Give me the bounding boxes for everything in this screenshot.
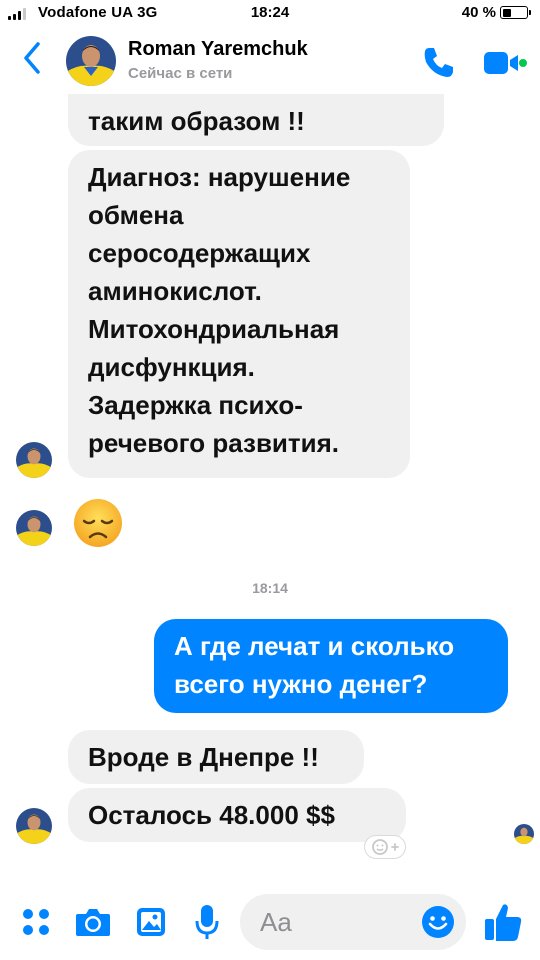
message-text: А где лечат и сколько xyxy=(174,631,455,661)
message-text: дисфункция. xyxy=(88,352,255,382)
thumbs-up-icon xyxy=(485,904,522,941)
seen-indicator-avatar xyxy=(514,824,534,844)
contact-name[interactable]: Roman Yaremchuk xyxy=(128,38,308,61)
contact-avatar[interactable] xyxy=(66,36,116,86)
message-text: Диагноз: нарушение xyxy=(88,162,351,192)
message-bubble-incoming[interactable]: Осталось 48.000 $$ xyxy=(68,788,406,842)
disappointed-face-icon[interactable] xyxy=(72,497,124,549)
sender-avatar[interactable] xyxy=(16,442,52,478)
message-text: аминокислот. xyxy=(88,276,262,306)
message-text: Осталось 48.000 $$ xyxy=(88,800,335,830)
message-bubble-incoming[interactable]: таким образом !! xyxy=(68,94,444,146)
gallery-button[interactable] xyxy=(134,902,168,942)
more-actions-button[interactable] xyxy=(20,902,52,942)
camera-icon xyxy=(76,909,110,936)
conversation-header: Roman Yaremchuk Сейчас в сети xyxy=(0,26,540,94)
message-input-field[interactable] xyxy=(240,894,466,950)
message-text: речевого развития. xyxy=(88,428,340,458)
like-button[interactable] xyxy=(482,900,524,944)
status-time: 18:24 xyxy=(250,4,290,21)
contact-status: Сейчас в сети xyxy=(128,65,233,82)
back-button[interactable] xyxy=(18,38,48,78)
message-bubble-incoming[interactable]: Диагноз: нарушение обмена серосодержащих… xyxy=(68,150,410,478)
message-bubble-outgoing[interactable]: А где лечат и сколько всего нужно денег? xyxy=(154,619,508,713)
sender-avatar[interactable] xyxy=(16,808,52,844)
message-text: серосодержащих xyxy=(88,238,311,268)
sender-avatar[interactable] xyxy=(16,510,52,546)
message-composer xyxy=(0,880,540,960)
video-call-button[interactable] xyxy=(482,46,528,80)
microphone-icon xyxy=(195,905,219,939)
message-text: таким образом !! xyxy=(88,106,305,136)
video-camera-icon xyxy=(484,52,527,74)
add-reaction-icon xyxy=(372,839,399,855)
message-timestamp: 18:14 xyxy=(252,580,288,596)
add-reaction-button[interactable] xyxy=(364,835,406,859)
emoji-picker-button[interactable] xyxy=(420,904,456,940)
phone-icon xyxy=(424,48,453,77)
message-bubble-incoming[interactable]: Вроде в Днепре !! xyxy=(68,730,364,784)
battery-icon xyxy=(500,6,531,19)
status-bar: Vodafone UA 3G 18:24 40 % xyxy=(0,0,540,26)
message-input[interactable] xyxy=(260,894,420,950)
message-text: всего нужно денег? xyxy=(174,669,428,699)
message-text: обмена xyxy=(88,200,184,230)
chevron-left-icon xyxy=(24,42,40,74)
battery-percent: 40 % xyxy=(461,4,496,21)
grid-icon xyxy=(23,909,49,935)
message-text: Митохондриальная xyxy=(88,314,340,344)
voice-call-button[interactable] xyxy=(418,42,458,82)
message-text: Вроде в Днепре !! xyxy=(88,742,319,772)
message-list[interactable]: таким образом !! Диагноз: нарушение обме… xyxy=(0,94,540,880)
message-text: Задержка психо- xyxy=(88,390,303,420)
camera-button[interactable] xyxy=(74,902,112,942)
image-icon xyxy=(137,908,165,936)
emoji-icon xyxy=(422,906,454,938)
voice-message-button[interactable] xyxy=(194,902,220,942)
